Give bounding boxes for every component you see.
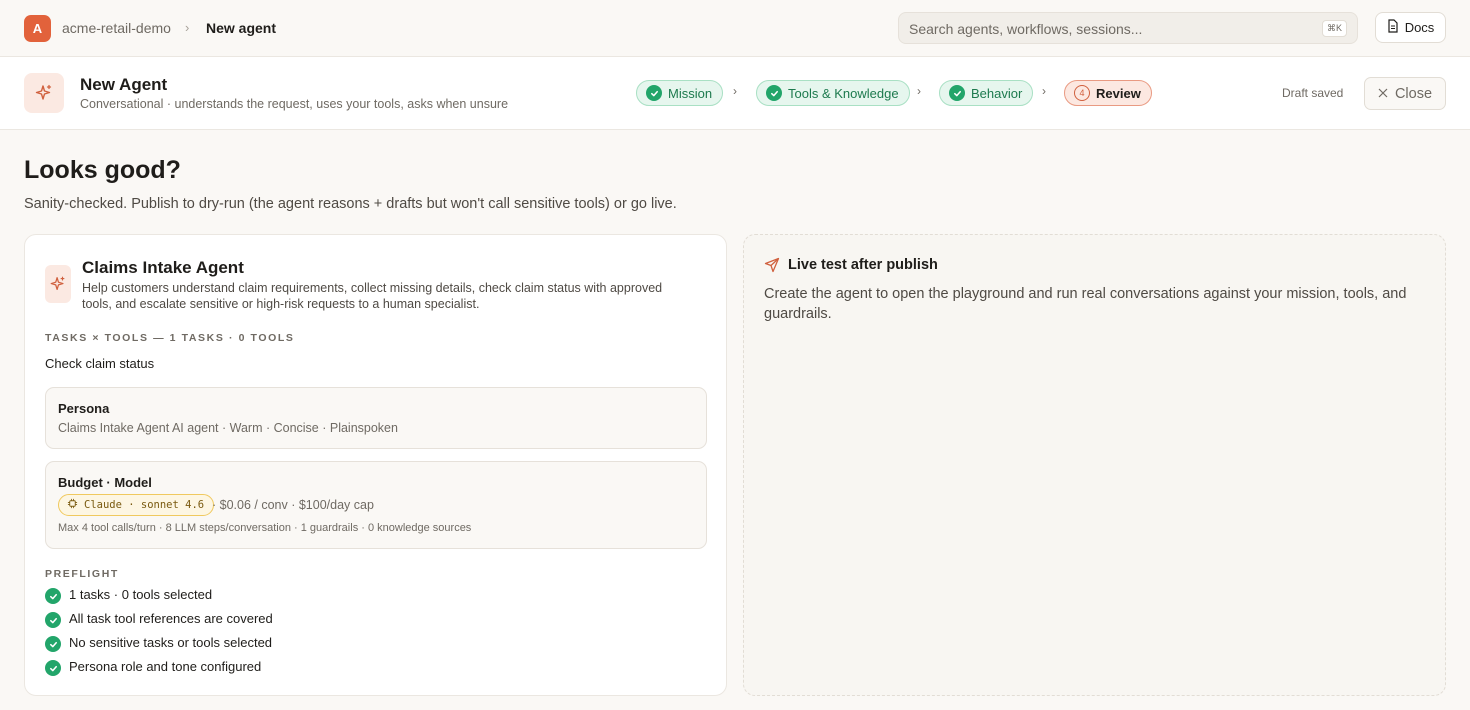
step-label: Mission <box>668 85 713 101</box>
tasks-tools-label: TASKS × TOOLS — 1 TASKS · 0 TOOLS <box>45 332 295 344</box>
task-item: Check claim status <box>45 356 155 371</box>
live-test-card: Live test after publish Create the agent… <box>743 234 1446 696</box>
step-tools-knowledge[interactable]: Tools & Knowledge <box>756 80 910 106</box>
check-icon <box>646 85 662 101</box>
agent-description-line: Help customers understand claim requirem… <box>82 281 663 295</box>
step-number: 4 <box>1074 85 1090 101</box>
wizard-title: New Agent <box>80 75 168 94</box>
sparkle-icon <box>24 73 64 113</box>
preflight-text: No sensitive tasks or tools selected <box>69 634 273 650</box>
wizard-subtitle: Conversational · understands the request… <box>80 97 509 111</box>
check-circle-icon <box>45 660 61 676</box>
search-shortcut-hint: ⌘K <box>1321 20 1347 37</box>
check-circle-icon <box>45 588 61 604</box>
model-badge: Claude · sonnet 4.6 <box>58 494 215 516</box>
check-icon <box>949 85 965 101</box>
preflight-item: 1 tasks · 0 tools selected <box>45 584 212 604</box>
close-icon <box>1378 86 1388 102</box>
step-review[interactable]: 4 Review <box>1064 80 1152 106</box>
wizard-header: New Agent Conversational · understands t… <box>0 57 1470 130</box>
step-label: Behavior <box>971 85 1023 101</box>
preflight-item: All task tool references are covered <box>45 608 273 628</box>
budget-model-box: Budget · Model Claude · sonnet 4.6 · $0.… <box>45 461 707 549</box>
budget-model-title: Budget · Model <box>58 475 152 490</box>
search-placeholder: Search agents, workflows, sessions... <box>909 21 1143 37</box>
preflight-label: PREFLIGHT <box>45 568 119 580</box>
page-subtitle: Sanity-checked. Publish to dry-run (the … <box>24 196 677 212</box>
budget-limits: Max 4 tool calls/turn · 8 LLM steps/conv… <box>58 522 472 534</box>
sparkle-icon <box>45 265 71 303</box>
chevron-right-icon: › <box>1042 84 1046 98</box>
agent-name: Claims Intake Agent <box>82 258 244 277</box>
preflight-item: Persona role and tone configured <box>45 656 261 676</box>
chevron-right-icon: › <box>733 84 737 98</box>
preflight-text: Persona role and tone configured <box>69 658 262 674</box>
persona-text: Claims Intake Agent AI agent · Warm · Co… <box>58 421 398 435</box>
page-title: Looks good? <box>24 156 181 184</box>
chip-icon <box>67 498 78 512</box>
live-test-title: Live test after publish <box>788 257 938 273</box>
breadcrumb-chevron-icon: › <box>185 20 190 35</box>
check-icon <box>766 85 782 101</box>
preflight-item: No sensitive tasks or tools selected <box>45 632 272 652</box>
document-icon <box>1387 19 1399 36</box>
preflight-text: All task tool references are covered <box>69 610 273 626</box>
step-mission[interactable]: Mission <box>636 80 724 106</box>
check-circle-icon <box>45 636 61 652</box>
budget-cost: · $0.06 / conv · $100/day cap <box>212 498 374 512</box>
live-test-description: Create the agent to open the playground … <box>764 286 1407 322</box>
preflight-text: 1 tasks · 0 tools selected <box>69 586 213 602</box>
agent-description: Help customers understand claim requirem… <box>82 280 702 312</box>
docs-label: Docs <box>1404 20 1435 35</box>
step-label: Review <box>1096 85 1141 101</box>
breadcrumb-current-page: New agent <box>206 20 277 36</box>
breadcrumb-workspace[interactable]: acme-retail-demo <box>62 20 171 36</box>
global-search-input[interactable]: Search agents, workflows, sessions... ⌘K <box>898 12 1358 44</box>
send-icon <box>764 257 780 278</box>
docs-button[interactable]: Docs <box>1375 12 1446 43</box>
step-label: Tools & Knowledge <box>788 85 899 101</box>
agent-summary-card: Claims Intake Agent Help customers under… <box>24 234 727 696</box>
workspace-avatar[interactable]: A <box>24 15 51 42</box>
step-behavior[interactable]: Behavior <box>939 80 1034 106</box>
persona-box: Persona Claims Intake Agent AI agent · W… <box>45 387 707 449</box>
close-label: Close <box>1394 85 1433 102</box>
draft-status: Draft saved <box>1282 86 1344 100</box>
chevron-right-icon: › <box>917 84 921 98</box>
persona-title: Persona <box>58 401 110 416</box>
check-circle-icon <box>45 612 61 628</box>
agent-description-line: tools, and escalate sensitive or high-ri… <box>82 297 480 311</box>
model-name: Claude · sonnet 4.6 <box>84 499 205 511</box>
close-button[interactable]: Close <box>1364 77 1446 110</box>
top-bar: A acme-retail-demo › New agent Search ag… <box>0 0 1470 57</box>
